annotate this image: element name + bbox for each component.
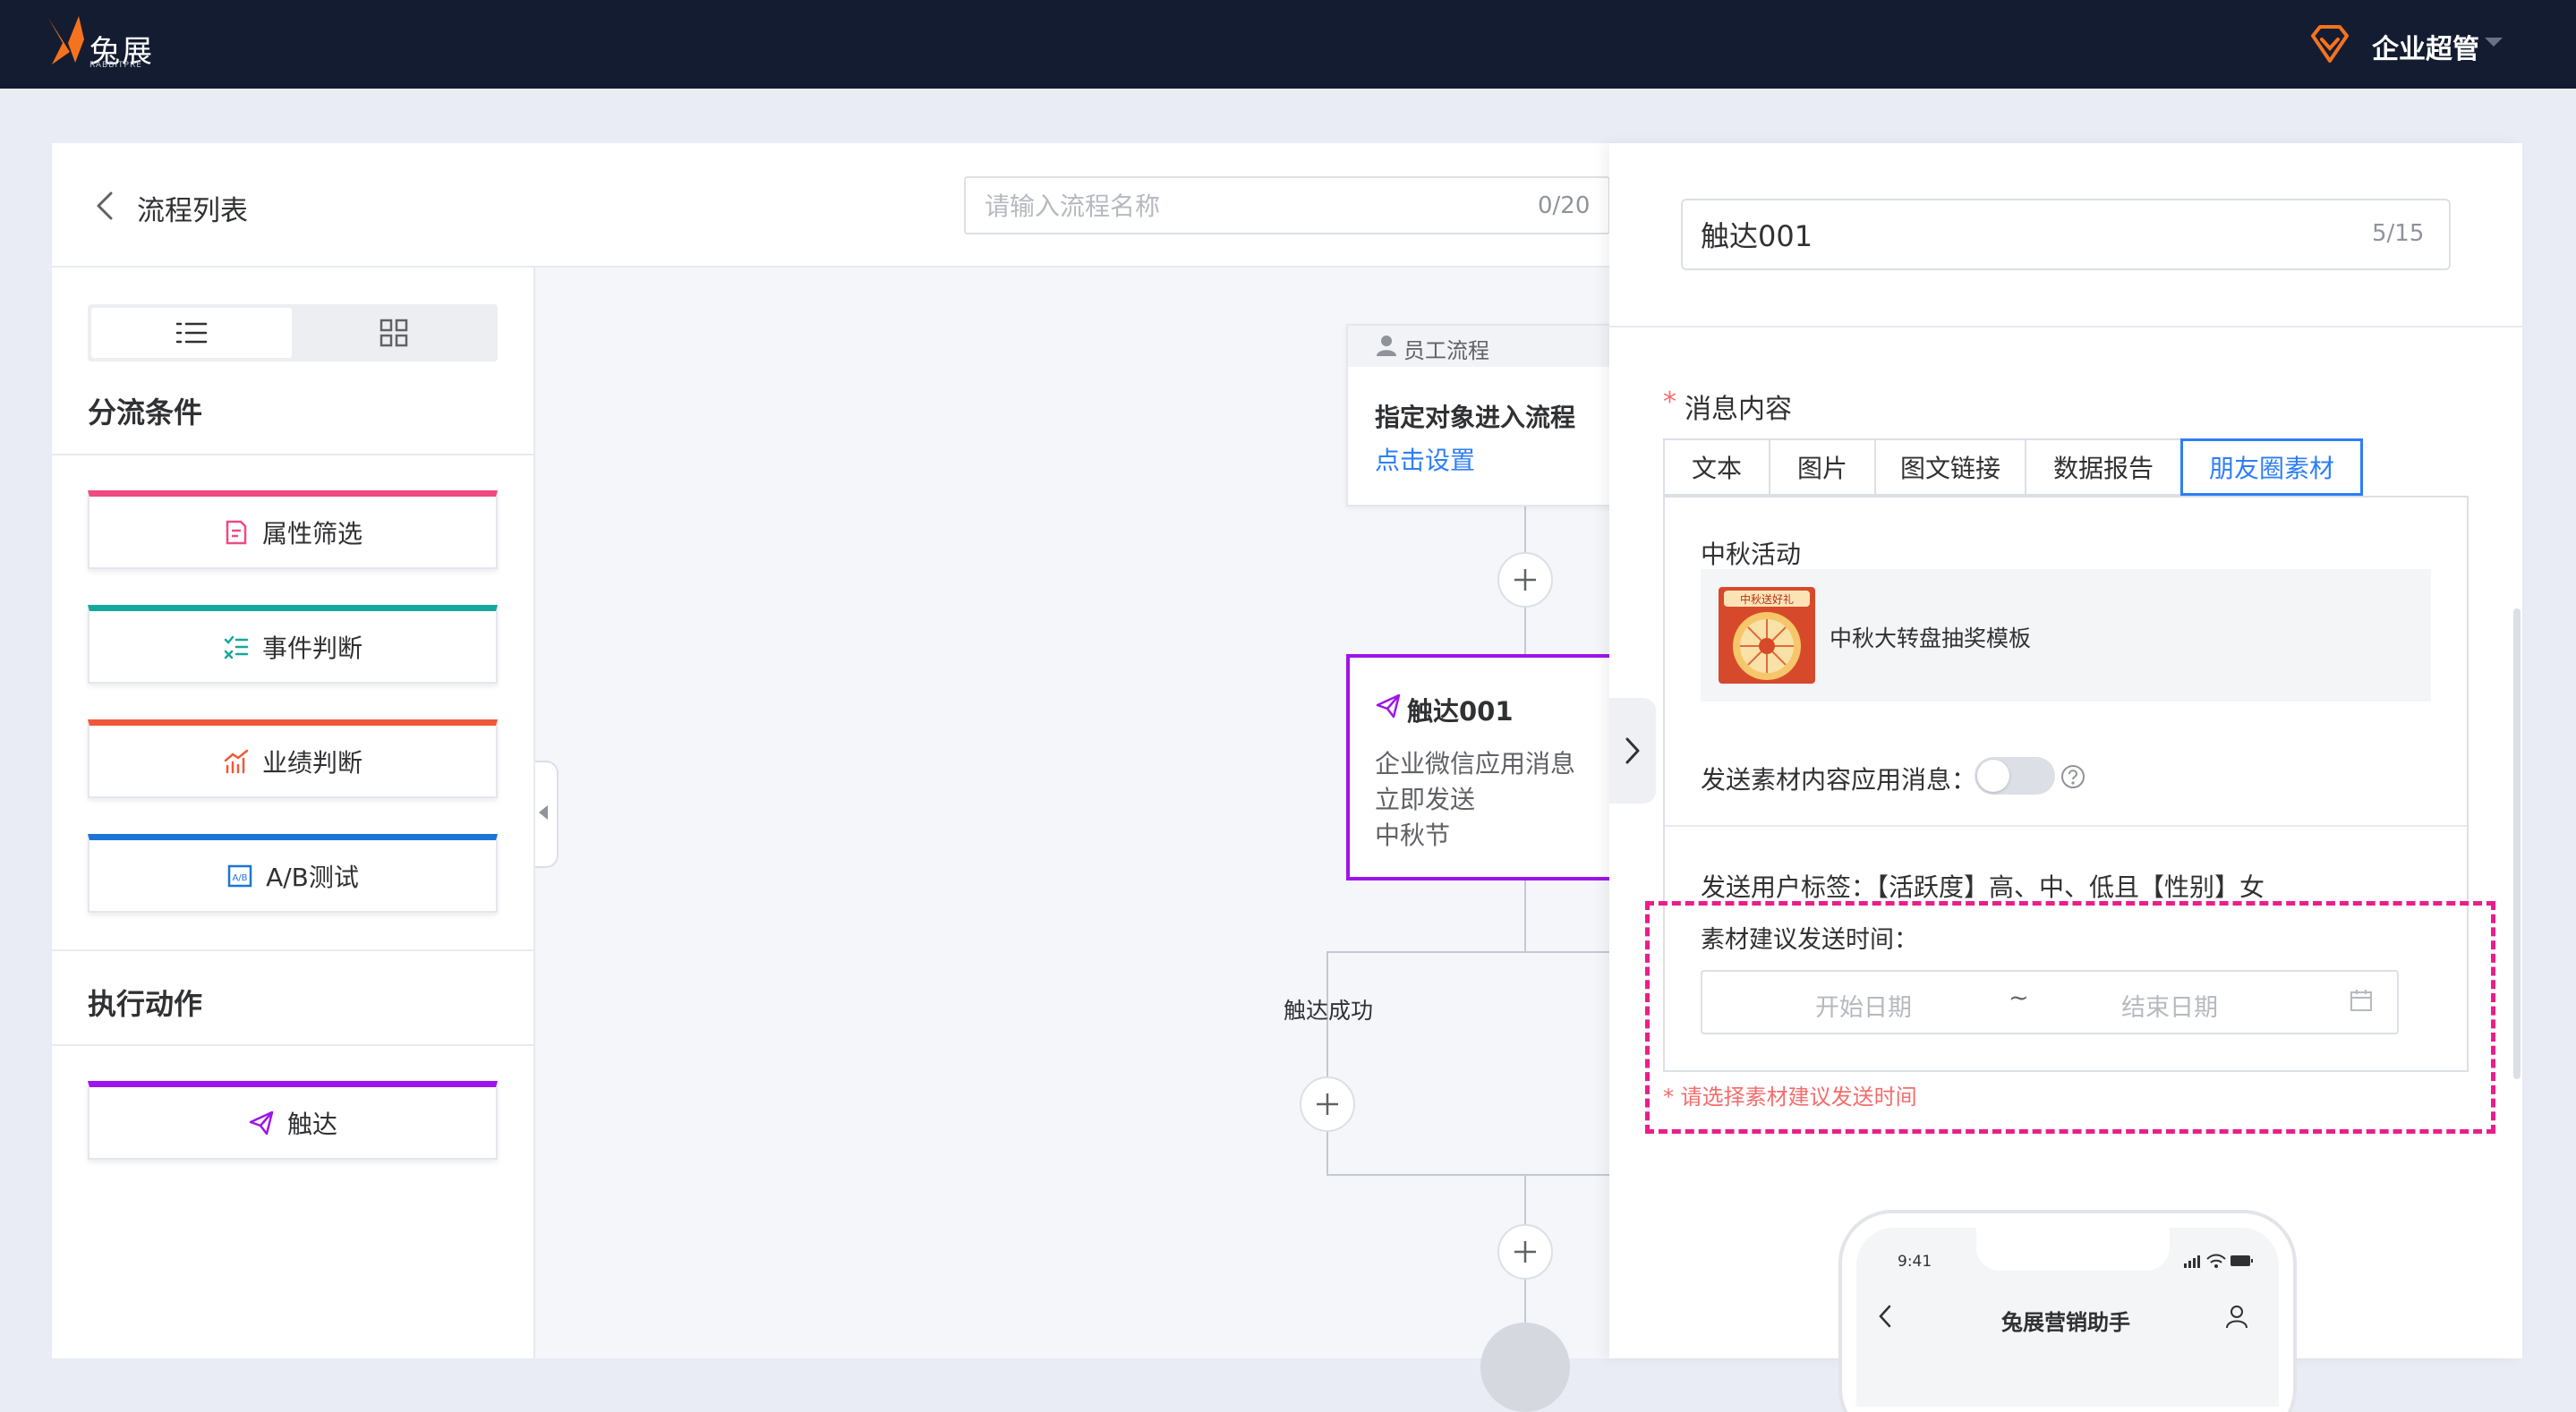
material-name: 中秋大转盘抽奖模板 <box>1830 625 2032 651</box>
section-divider <box>52 454 533 455</box>
palette-item-label: 属性筛选 <box>261 518 363 549</box>
material-thumbnail: 中秋送好礼 <box>1719 587 1815 684</box>
actions-heading: 执行动作 <box>88 987 203 1021</box>
brand-subtitle: RABBITPRE <box>90 61 142 70</box>
chevron-right-icon[interactable] <box>1618 734 1645 768</box>
touch-node-campaign: 中秋节 <box>1375 821 1451 850</box>
palette-touch[interactable]: 触达 <box>88 1081 498 1160</box>
user-role-name[interactable]: 企业超管 <box>2372 27 2479 66</box>
connector-line <box>1326 951 1328 1175</box>
phone-status-icons <box>2184 1254 2253 1268</box>
touch-node-channel: 企业微信应用消息 <box>1375 749 1576 778</box>
help-icon[interactable] <box>2060 764 2086 789</box>
phone-status-time: 9:41 <box>1898 1253 1932 1271</box>
top-navigation-bar <box>0 0 2576 89</box>
list-view-icon[interactable] <box>175 320 208 345</box>
tab-data-report[interactable]: 数据报告 <box>2025 438 2180 496</box>
collapse-left-icon[interactable] <box>539 805 548 820</box>
diamond-badge-icon <box>2311 25 2349 63</box>
flow-name-input[interactable] <box>985 190 1486 222</box>
switch-knob[interactable] <box>1977 760 2009 792</box>
tab-moments-material[interactable]: 朋友圈素材 <box>2180 438 2363 496</box>
message-content-label: 消息内容 <box>1685 394 1792 425</box>
material-thumbnail-text: 中秋送好礼 <box>1740 592 1794 606</box>
palette-item-label: A/B测试 <box>266 862 359 892</box>
tab-text[interactable]: 文本 <box>1663 438 1769 496</box>
tab-image[interactable]: 图片 <box>1769 438 1874 496</box>
tab-link-card[interactable]: 图文链接 <box>1874 438 2025 496</box>
checklist-icon <box>224 635 249 659</box>
phone-notch <box>1976 1226 2170 1271</box>
palette-performance-judge[interactable]: 业绩判断 <box>88 719 498 798</box>
target-user-tags: 发送用户标签：【活跃度】高、中、低且【性别】女 <box>1701 872 2265 902</box>
send-app-message-label: 发送素材内容应用消息： <box>1701 765 1977 795</box>
connector-line <box>1326 951 1609 953</box>
palette-item-label: 触达 <box>286 1109 337 1139</box>
paper-plane-icon <box>1376 693 1401 719</box>
required-asterisk: * <box>1663 387 1676 418</box>
touch-node-timing: 立即发送 <box>1375 785 1476 814</box>
phone-user-icon <box>2226 1306 2248 1329</box>
activity-title: 中秋活动 <box>1701 540 1802 569</box>
plus-icon <box>1514 569 1536 591</box>
section-divider <box>52 949 533 951</box>
plus-icon <box>1317 1093 1338 1115</box>
connector-line <box>1524 880 1526 952</box>
palette-item-label: 事件判断 <box>261 633 363 663</box>
branch-conditions-heading: 分流条件 <box>88 396 203 430</box>
chart-up-icon <box>224 749 249 773</box>
node-name-char-count: 5/15 <box>2372 220 2425 247</box>
message-type-tabs: 文本 图片 图文链接 数据报告 朋友圈素材 <box>1663 438 2363 496</box>
svg-text:A/B: A/B <box>233 873 248 883</box>
highlight-annotation-box <box>1645 901 2495 1134</box>
palette-attribute-filter[interactable]: 属性筛选 <box>88 490 498 569</box>
phone-back-icon <box>1879 1305 1891 1328</box>
ab-test-icon: A/B <box>227 864 252 887</box>
connector-line <box>1326 1174 1609 1176</box>
back-to-flow-list[interactable]: 流程列表 <box>137 188 248 228</box>
add-node-button[interactable] <box>1300 1076 1355 1132</box>
add-node-button[interactable] <box>1497 552 1553 608</box>
content-box-divider <box>1665 825 2467 827</box>
drawer-scrollbar[interactable] <box>2513 608 2521 1079</box>
filter-doc-icon <box>226 520 247 544</box>
flow-name-char-count: 0/20 <box>1538 192 1591 219</box>
person-icon <box>1377 336 1396 356</box>
paper-plane-icon <box>249 1110 274 1135</box>
start-node-title: 指定对象进入流程 <box>1375 403 1576 432</box>
end-node[interactable] <box>1480 1323 1570 1412</box>
node-name-input[interactable] <box>1701 217 2273 252</box>
user-menu-caret-icon[interactable] <box>2485 38 2503 47</box>
palette-ab-test[interactable]: A/B A/B测试 <box>88 834 498 913</box>
phone-app-title: 兔展营销助手 <box>2001 1310 2130 1335</box>
start-node-type: 员工流程 <box>1403 338 1489 363</box>
grid-view-icon[interactable] <box>380 319 408 347</box>
add-node-button[interactable] <box>1497 1224 1553 1280</box>
back-arrow-icon[interactable] <box>93 188 116 224</box>
palette-item-label: 业绩判断 <box>261 747 363 778</box>
touch-node-name: 触达001 <box>1407 696 1514 727</box>
drawer-divider <box>1609 326 2522 327</box>
plus-icon <box>1514 1241 1536 1263</box>
palette-event-judge[interactable]: 事件判断 <box>88 605 498 684</box>
start-node-setup-link[interactable]: 点击设置 <box>1375 441 1475 477</box>
section-divider <box>52 1044 533 1046</box>
branch-success-label: 触达成功 <box>1284 998 1374 1024</box>
